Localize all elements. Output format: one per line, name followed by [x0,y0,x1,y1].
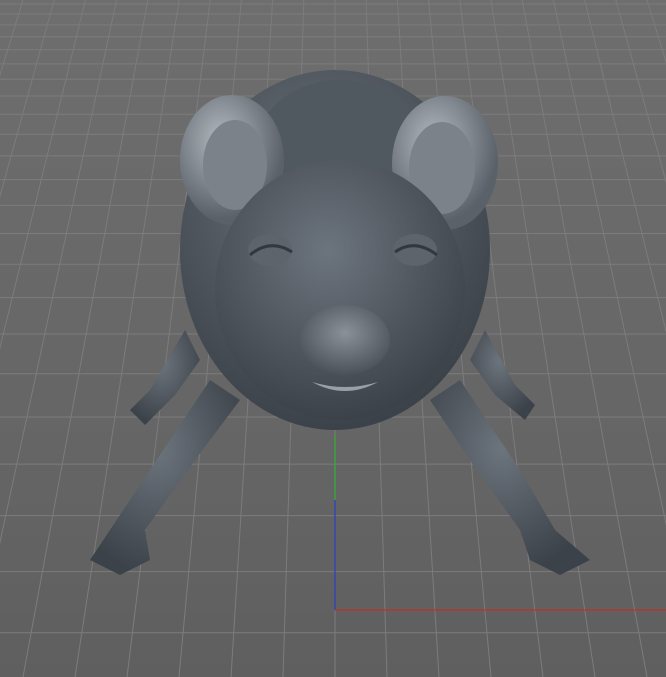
left-front-leg [90,380,240,575]
mouse-model[interactable] [0,0,666,677]
3d-viewport[interactable] [0,0,666,677]
head [215,160,465,420]
nose [300,305,390,375]
right-front-leg [430,380,590,575]
right-back-foot [470,330,535,420]
